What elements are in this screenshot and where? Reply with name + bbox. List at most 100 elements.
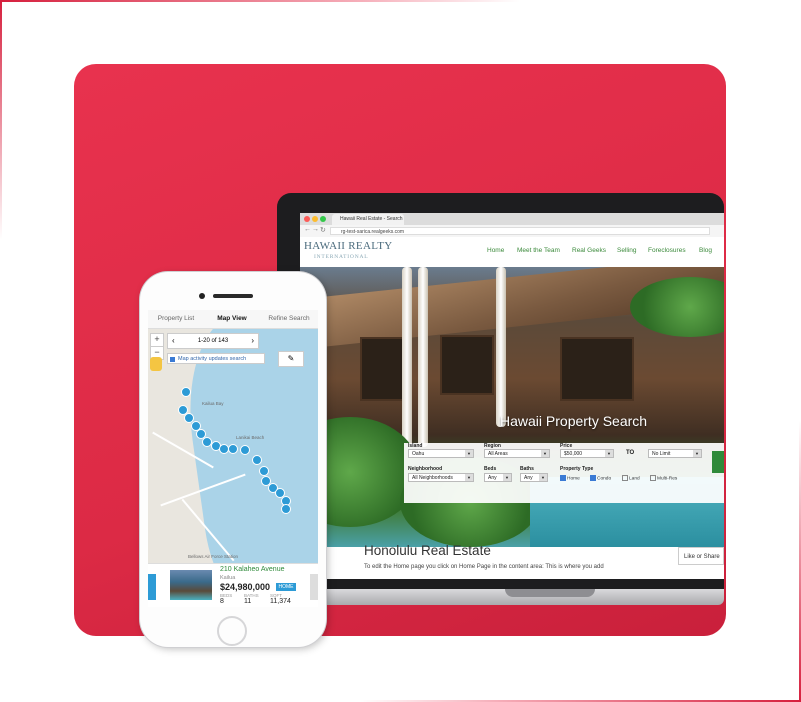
region-value: All Areas: [488, 451, 508, 457]
laptop-screen: Hawaii Real Estate - Search ← → ↻ rg-tes…: [300, 213, 724, 579]
property-type-label: Property Type: [560, 466, 594, 472]
map-pin[interactable]: [228, 444, 238, 454]
type-home-checkbox[interactable]: Home: [560, 475, 580, 481]
share-button[interactable]: Like or Share: [678, 547, 724, 565]
palm-trunk: [418, 267, 428, 447]
baths-value: Any: [524, 475, 533, 481]
map-label: Kailua Bay: [202, 401, 224, 406]
phone-camera: [199, 293, 205, 299]
beds-label: Beds: [484, 466, 497, 472]
baths-select[interactable]: Any ▼: [520, 473, 548, 482]
tab-map-view[interactable]: Map View: [204, 310, 260, 328]
frame-top-line: [0, 0, 520, 2]
browser-tabbar: Hawaii Real Estate - Search: [300, 213, 724, 225]
frame-left-line: [0, 0, 2, 240]
chevron-down-icon: ▼: [693, 450, 701, 457]
listing-card[interactable]: 210 Kalaheo Avenue Kailua $24,980,000 HO…: [148, 563, 318, 607]
chevron-down-icon: ▼: [465, 474, 473, 481]
forward-icon[interactable]: →: [312, 226, 319, 233]
neighborhood-label: Neighborhood: [408, 466, 443, 472]
nav-blog[interactable]: Blog: [699, 247, 712, 254]
url-field[interactable]: rg-test-sarica.realgeeks.com: [330, 227, 710, 235]
prev-listing-handle[interactable]: [148, 574, 156, 600]
chevron-right-icon[interactable]: ›: [251, 334, 254, 348]
type-land-checkbox[interactable]: Land: [622, 475, 640, 481]
home-button[interactable]: [217, 616, 247, 646]
listing-city: Kailua: [220, 575, 236, 581]
beds-select[interactable]: Any ▼: [484, 473, 512, 482]
content-heading: Honolulu Real Estate: [364, 543, 491, 558]
house-window: [360, 337, 404, 401]
type-land-label: Land: [629, 476, 640, 482]
street-view-icon[interactable]: [150, 357, 162, 371]
house-window: [440, 335, 494, 395]
nav-real-geeks[interactable]: Real Geeks: [572, 247, 606, 254]
next-listing-handle[interactable]: [310, 574, 318, 600]
neighborhood-value: All Neighborhoods: [412, 475, 453, 481]
content-text: To edit the Home page you click on Home …: [364, 564, 604, 570]
results-pager: ‹ 1-20 of 143 ›: [167, 333, 259, 349]
nav-selling[interactable]: Selling: [617, 247, 637, 254]
sqft-stat-value: 11,374: [270, 598, 291, 605]
draw-area-button[interactable]: ✎: [278, 351, 304, 367]
map-view[interactable]: Kailua Bay Lanikai Beach Bellows Air For…: [148, 329, 318, 563]
beds-stat-value: 8: [220, 598, 224, 605]
checkbox-icon: [170, 357, 175, 362]
phone-screen: Property List Map View Refine Search Kai…: [148, 310, 318, 607]
laptop-base: [277, 589, 724, 605]
palm-trunk: [402, 267, 412, 457]
price-max-select[interactable]: No Limit ▼: [648, 449, 702, 458]
pager-text: 1-20 of 143: [197, 338, 229, 344]
house-window: [560, 337, 634, 401]
chevron-down-icon: ▼: [503, 474, 511, 481]
chevron-down-icon: ▼: [465, 450, 473, 457]
nav-home[interactable]: Home: [487, 247, 504, 254]
listing-photo[interactable]: [170, 570, 212, 600]
type-condo-label: Condo: [597, 476, 612, 482]
map-pin[interactable]: [252, 455, 262, 465]
site-logo[interactable]: HAWAII REALTY: [304, 240, 392, 252]
hero-image: Hawaii Property Search Island Oahu ▼ Regi…: [300, 267, 724, 547]
price-min-value: $50,000: [564, 451, 583, 457]
listing-address[interactable]: 210 Kalaheo Avenue: [220, 566, 285, 573]
baths-stat-value: 11: [244, 598, 252, 605]
island-select[interactable]: Oahu ▼: [408, 449, 474, 458]
chevron-down-icon: ▼: [541, 450, 549, 457]
map-pin[interactable]: [240, 445, 250, 455]
palm-trunk: [496, 267, 506, 427]
region-select[interactable]: All Areas ▼: [484, 449, 550, 458]
browser-tab[interactable]: Hawaii Real Estate - Search: [332, 214, 404, 225]
chevron-down-icon: ▼: [539, 474, 547, 481]
pencil-icon: ✎: [287, 354, 295, 363]
search-button[interactable]: [712, 451, 724, 473]
chevron-left-icon[interactable]: ‹: [172, 334, 175, 348]
chevron-down-icon: ▼: [605, 450, 613, 457]
site-logo-sub: INTERNATIONAL: [314, 254, 369, 260]
reload-icon[interactable]: ↻: [320, 226, 326, 234]
site-header: HAWAII REALTY INTERNATIONAL Home Meet th…: [300, 237, 724, 267]
map-activity-checkbox[interactable]: Map activity updates search: [167, 353, 265, 364]
map-pin[interactable]: [259, 466, 269, 476]
map-pin[interactable]: [281, 504, 291, 514]
property-search-form: Island Oahu ▼ Region All Areas ▼ Price $50…: [404, 443, 724, 503]
price-min-select[interactable]: $50,000 ▼: [560, 449, 614, 458]
beds-value: Any: [488, 475, 497, 481]
tab-property-list[interactable]: Property List: [148, 310, 204, 328]
map-label: Bellows Air Force Station: [188, 554, 239, 559]
content-area: Honolulu Real Estate To edit the Home pa…: [300, 543, 724, 579]
nav-meet-the-team[interactable]: Meet the Team: [517, 247, 560, 254]
nav-foreclosures[interactable]: Foreclosures: [648, 247, 686, 254]
back-icon[interactable]: ←: [304, 226, 311, 233]
tab-refine-search[interactable]: Refine Search: [260, 310, 318, 328]
type-condo-checkbox[interactable]: Condo: [590, 475, 611, 481]
laptop-notch: [505, 589, 595, 597]
neighborhood-select[interactable]: All Neighborhoods ▼: [408, 473, 474, 482]
phone-tabbar: Property List Map View Refine Search: [148, 310, 318, 329]
map-label: Lanikai Beach: [236, 435, 265, 440]
map-pin[interactable]: [181, 387, 191, 397]
hero-title: Hawaii Property Search: [500, 413, 648, 429]
zoom-in-button[interactable]: +: [150, 333, 164, 347]
type-multires-checkbox[interactable]: Multi-Res: [650, 475, 677, 481]
listing-type-badge: HOME: [276, 583, 296, 591]
phone-speaker: [213, 294, 253, 298]
